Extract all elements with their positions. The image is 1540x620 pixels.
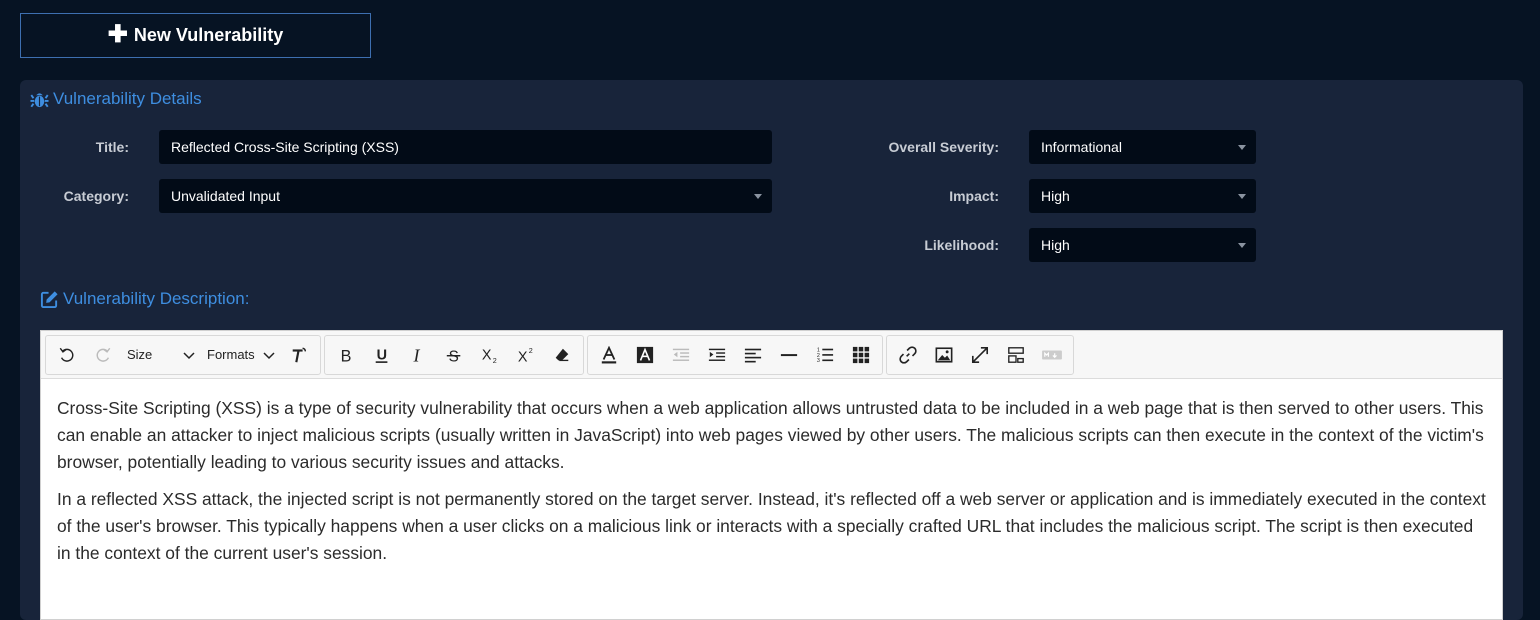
underline-icon: U bbox=[375, 347, 388, 363]
undo-icon bbox=[59, 347, 74, 362]
chevron-down-icon bbox=[754, 194, 762, 199]
ordered-list-icon: 123 bbox=[817, 347, 834, 364]
editor-toolbar: Size Formats B U I S X 2 X 2 1 2 3 bbox=[41, 331, 1502, 379]
subscript-icon: X2 bbox=[482, 347, 497, 364]
bug-icon bbox=[30, 90, 49, 109]
edit-icon bbox=[40, 290, 59, 309]
overall-severity-label: Overall Severity: bbox=[888, 139, 999, 155]
eraser-button[interactable] bbox=[544, 338, 580, 372]
markdown-button[interactable] bbox=[1034, 338, 1070, 372]
description-editor: Size Formats B U I S X 2 X 2 1 2 3 Cross… bbox=[40, 330, 1503, 620]
link-icon bbox=[899, 345, 917, 364]
underline-button[interactable]: U bbox=[364, 338, 400, 372]
svg-text:X: X bbox=[482, 347, 492, 363]
vulnerability-description-title: Vulnerability Description: bbox=[63, 289, 250, 308]
redo-icon bbox=[96, 347, 111, 362]
table-icon bbox=[852, 346, 870, 363]
outdent-icon bbox=[672, 348, 690, 361]
bold-icon: B bbox=[341, 347, 352, 364]
toolbar-group-history: Size Formats bbox=[45, 334, 321, 375]
impact-label: Impact: bbox=[949, 188, 999, 204]
show-blocks-button[interactable] bbox=[998, 338, 1034, 372]
svg-text:2: 2 bbox=[529, 346, 533, 355]
vulnerability-details-title: Vulnerability Details bbox=[53, 89, 202, 108]
subscript-button[interactable]: X2 bbox=[472, 338, 508, 372]
align-left-button[interactable] bbox=[735, 338, 771, 372]
fullscreen-icon bbox=[971, 346, 989, 363]
likelihood-select[interactable]: High bbox=[1029, 228, 1256, 262]
italic-icon: I bbox=[413, 346, 421, 364]
highlight-color-icon bbox=[636, 346, 654, 363]
text-style-button[interactable] bbox=[281, 338, 317, 372]
new-vulnerability-button[interactable]: ✚ New Vulnerability bbox=[20, 13, 371, 58]
svg-text:I: I bbox=[413, 346, 421, 364]
toolbar-group-paragraph: 123 bbox=[587, 334, 883, 375]
likelihood-label: Likelihood: bbox=[924, 237, 999, 253]
impact-value: High bbox=[1041, 188, 1070, 204]
strikethrough-button[interactable]: S bbox=[436, 338, 472, 372]
title-input[interactable]: Reflected Cross-Site Scripting (XSS) bbox=[159, 130, 772, 164]
text-style-icon bbox=[292, 347, 307, 362]
chevron-down-icon bbox=[1238, 145, 1246, 150]
description-paragraph: Cross-Site Scripting (XSS) is a type of … bbox=[57, 398, 1484, 472]
svg-text:B: B bbox=[341, 347, 352, 364]
overall-severity-select[interactable]: Informational bbox=[1029, 130, 1256, 164]
new-vulnerability-label: New Vulnerability bbox=[133, 25, 284, 45]
italic-button[interactable]: I bbox=[400, 338, 436, 372]
category-select-value: Unvalidated Input bbox=[171, 188, 280, 204]
outdent-button[interactable] bbox=[663, 338, 699, 372]
link-button[interactable] bbox=[890, 338, 926, 372]
description-paragraph: In a reflected XSS attack, the injected … bbox=[57, 489, 1486, 563]
chevron-down-icon bbox=[183, 351, 195, 359]
overall-severity-value: Informational bbox=[1041, 139, 1122, 155]
vulnerability-description-heading: Vulnerability Description: bbox=[40, 289, 249, 309]
image-icon bbox=[935, 346, 953, 363]
highlight-color-button[interactable] bbox=[627, 338, 663, 372]
category-label: Category: bbox=[63, 188, 129, 204]
redo-button[interactable] bbox=[85, 338, 121, 372]
chevron-down-icon bbox=[263, 351, 275, 359]
superscript-button[interactable]: X2 bbox=[508, 338, 544, 372]
chevron-down-icon bbox=[1238, 243, 1246, 248]
fullscreen-button[interactable] bbox=[962, 338, 998, 372]
likelihood-value: High bbox=[1041, 237, 1070, 253]
strikethrough-icon: S bbox=[446, 348, 461, 364]
svg-text:2: 2 bbox=[493, 356, 497, 364]
undo-button[interactable] bbox=[49, 338, 85, 372]
show-blocks-icon bbox=[1008, 346, 1024, 363]
align-left-icon bbox=[744, 348, 762, 362]
category-select[interactable]: Unvalidated Input bbox=[159, 179, 772, 213]
size-select[interactable]: Size bbox=[121, 338, 201, 372]
vulnerability-details-heading: Vulnerability Details bbox=[30, 89, 202, 109]
impact-select[interactable]: High bbox=[1029, 179, 1256, 213]
svg-text:X: X bbox=[518, 349, 528, 364]
markdown-icon bbox=[1042, 350, 1062, 359]
toolbar-group-format: B U I S X2 X2 bbox=[324, 334, 584, 375]
table-button[interactable] bbox=[843, 338, 879, 372]
eraser-icon bbox=[555, 348, 569, 361]
image-button[interactable] bbox=[926, 338, 962, 372]
horizontal-rule-button[interactable] bbox=[771, 338, 807, 372]
plus-icon: ✚ bbox=[107, 20, 128, 48]
indent-button[interactable] bbox=[699, 338, 735, 372]
chevron-down-icon bbox=[1238, 194, 1246, 199]
formats-select[interactable]: Formats bbox=[201, 338, 281, 372]
ordered-list-button[interactable]: 123 bbox=[807, 338, 843, 372]
indent-icon bbox=[708, 348, 726, 361]
formats-select-label: Formats bbox=[207, 347, 255, 362]
horizontal-rule-icon bbox=[780, 353, 798, 356]
svg-text:U: U bbox=[377, 347, 387, 363]
title-input-value: Reflected Cross-Site Scripting (XSS) bbox=[171, 139, 399, 155]
font-color-icon bbox=[601, 345, 617, 363]
svg-text:3: 3 bbox=[817, 358, 820, 364]
bold-button[interactable]: B bbox=[328, 338, 364, 372]
superscript-icon: X2 bbox=[518, 346, 533, 364]
font-color-button[interactable] bbox=[591, 338, 627, 372]
editor-content[interactable]: Cross-Site Scripting (XSS) is a type of … bbox=[41, 379, 1502, 567]
toolbar-group-insert bbox=[886, 334, 1074, 375]
title-label: Title: bbox=[95, 139, 129, 155]
size-select-label: Size bbox=[127, 347, 153, 362]
